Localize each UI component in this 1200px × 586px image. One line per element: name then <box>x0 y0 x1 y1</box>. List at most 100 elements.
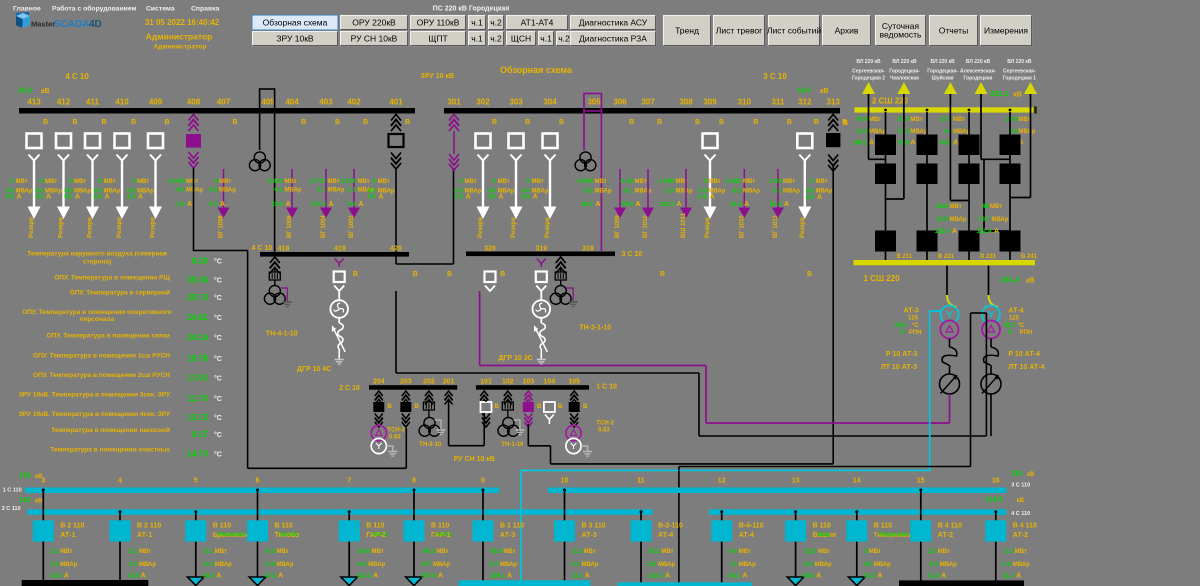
svg-text:В: В <box>102 119 107 126</box>
svg-text:Федосово: Федосово <box>879 532 909 538</box>
svg-text:МВт: МВт <box>498 179 510 185</box>
svg-text:29.2: 29.2 <box>581 202 593 208</box>
svg-text:1 С 10: 1 С 10 <box>596 383 617 390</box>
svg-text:114,9: 114,9 <box>985 497 1002 504</box>
svg-text:-39.3 МВт: -39.3 МВт <box>421 549 449 555</box>
svg-text:ДГР 10 4С: ДГР 10 4С <box>297 366 331 373</box>
svg-text:В: В <box>413 271 418 278</box>
svg-text:АТ-3: АТ-3 <box>500 532 515 539</box>
svg-text:В 3 110: В 3 110 <box>582 523 606 530</box>
svg-text:19.78: 19.78 <box>187 353 209 363</box>
svg-text:Вид: Вид <box>818 532 830 538</box>
svg-text:Городецкая-: Городецкая- <box>889 69 920 75</box>
svg-text:20.73: 20.73 <box>187 292 209 302</box>
svg-text:АТ1-АТ4: АТ1-АТ4 <box>521 18 554 28</box>
svg-text:1.5 МВт: 1.5 МВт <box>928 549 950 555</box>
svg-text:4.4: 4.4 <box>944 129 953 135</box>
svg-text:МВАр: МВАр <box>1018 129 1035 135</box>
svg-text:В: В <box>43 119 48 126</box>
svg-text:В: В <box>583 404 588 410</box>
svg-text:0.0: 0.0 <box>806 195 815 201</box>
svg-text:Главное: Главное <box>13 6 41 13</box>
svg-text:В 110: В 110 <box>813 523 831 530</box>
svg-text:231.1: 231.1 <box>990 89 1009 98</box>
svg-text:В 231: В 231 <box>980 254 997 260</box>
svg-text:°C: °C <box>214 395 222 403</box>
svg-text:-2.1 МВт: -2.1 МВт <box>127 549 151 555</box>
svg-text:В: В <box>660 271 665 278</box>
svg-text:-0.1: -0.1 <box>771 189 782 195</box>
svg-text:11: 11 <box>637 478 645 485</box>
svg-text:кВ: кВ <box>35 499 43 505</box>
svg-text:Резерв: Резерв <box>705 217 711 238</box>
svg-text:ЩСН: ЩСН <box>511 34 531 44</box>
svg-text:ч.2: ч.2 <box>490 18 502 28</box>
svg-text:МВт: МВт <box>74 179 86 185</box>
svg-text:122.4: 122.4 <box>934 229 950 235</box>
svg-text:Сергеевская-: Сергеевская- <box>1003 69 1036 75</box>
svg-text:МВАр: МВАр <box>869 129 886 135</box>
svg-text:14: 14 <box>853 478 861 485</box>
svg-text:306: 306 <box>613 98 627 107</box>
svg-text:4D: 4D <box>89 19 102 30</box>
svg-text:МВт: МВт <box>45 179 57 185</box>
svg-text:А: А <box>499 194 504 201</box>
svg-text:А: А <box>329 201 334 208</box>
svg-text:309: 309 <box>703 98 717 107</box>
svg-text:407: 407 <box>217 98 231 107</box>
svg-text:В: В <box>787 119 792 126</box>
svg-text:°C: °C <box>214 294 222 302</box>
svg-text:Температура в помещении очистн: Температура в помещении очистных <box>50 446 170 453</box>
svg-text:°C: °C <box>214 414 222 422</box>
svg-text:МВАр: МВАр <box>595 189 612 195</box>
svg-text:13.5: 13.5 <box>936 217 948 223</box>
svg-text:МВАр: МВАр <box>328 188 345 194</box>
svg-text:В: В <box>492 119 497 126</box>
svg-text:308: 308 <box>679 98 693 107</box>
svg-text:МВт: МВт <box>709 179 721 185</box>
svg-text:Система: Система <box>146 6 175 13</box>
svg-text:В: В <box>415 404 420 410</box>
svg-text:0.0: 0.0 <box>455 195 464 201</box>
svg-text:24.16: 24.16 <box>187 332 209 342</box>
svg-text:-0.45: -0.45 <box>619 179 633 185</box>
svg-text:104: 104 <box>544 379 556 386</box>
svg-text:МВАр: МВАр <box>285 188 302 194</box>
svg-text:ТН-3-1-10: ТН-3-1-10 <box>579 325 611 332</box>
svg-text:ВГ 1008: ВГ 1008 <box>219 215 225 238</box>
svg-text:сторона): сторона) <box>83 258 111 265</box>
svg-text:ВГ 1006: ВГ 1006 <box>287 215 293 238</box>
svg-text:0.0: 0.0 <box>64 195 73 201</box>
svg-text:45.9 МВт: 45.9 МВт <box>490 549 516 555</box>
svg-text:0.1 МВАр: 0.1 МВАр <box>572 562 599 568</box>
svg-text:-1.08: -1.08 <box>768 179 782 185</box>
svg-text:А: А <box>869 140 874 147</box>
svg-text:А: А <box>533 194 538 201</box>
svg-text:РПН: РПН <box>1020 330 1033 336</box>
svg-text:В: В <box>629 119 634 126</box>
svg-text:17.01: 17.01 <box>187 373 209 383</box>
svg-text:-3.276: -3.276 <box>339 179 357 185</box>
svg-text:-1.1: -1.1 <box>316 188 327 194</box>
svg-text:46.1 А: 46.1 А <box>729 573 748 580</box>
svg-text:В 110: В 110 <box>874 523 892 530</box>
svg-text:кВ: кВ <box>1017 498 1025 504</box>
svg-text:305: 305 <box>587 98 601 107</box>
svg-text:311: 311 <box>771 98 784 107</box>
svg-text:101: 101 <box>480 379 492 386</box>
svg-text:МВт: МВт <box>378 179 390 185</box>
svg-text:МВт: МВт <box>635 179 647 185</box>
svg-text:Резерв: Резерв <box>59 217 65 238</box>
svg-text:115: 115 <box>19 473 30 480</box>
svg-text:АТ-3: АТ-3 <box>904 308 919 315</box>
svg-text:ч.1: ч.1 <box>471 34 483 44</box>
svg-text:ОПУ. Температура в помещении 1: ОПУ. Температура в помещении 1сш РУСН <box>33 352 170 359</box>
svg-text:0.0: 0.0 <box>94 195 103 201</box>
svg-text:Температура наружного воздуха: Температура наружного воздуха (северная <box>27 251 167 258</box>
svg-text:РУ СН 10 кВ: РУ СН 10 кВ <box>454 456 495 463</box>
svg-text:5.4: 5.4 <box>348 202 357 208</box>
svg-text:2.1 МВт: 2.1 МВт <box>50 549 72 555</box>
svg-text:312: 312 <box>798 98 812 107</box>
svg-text:6.20: 6.20 <box>191 256 208 266</box>
svg-text:11.5 А: 11.5 А <box>928 573 946 580</box>
